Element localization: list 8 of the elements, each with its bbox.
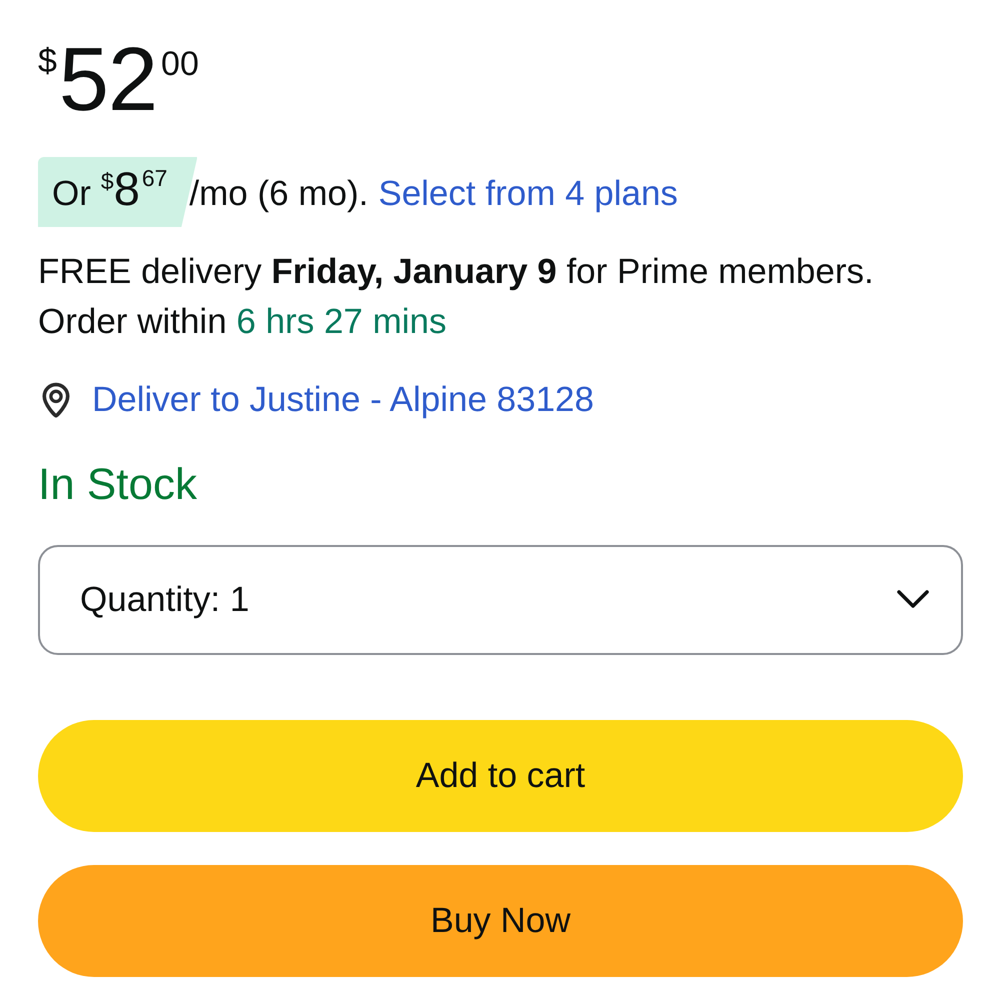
stock-status: In Stock [38, 459, 197, 511]
delivery-message: FREE delivery Friday, January 9 for Prime members. Order within 6 hrs 27 mins [38, 251, 875, 343]
chevron-down-icon [897, 590, 929, 610]
add-to-cart-button[interactable]: Add to cart [38, 720, 963, 832]
quantity-dropdown[interactable]: Quantity: 1 [38, 544, 963, 655]
deliver-to-link[interactable]: Deliver to Justine - Alpine 83128 [92, 379, 594, 421]
select-plans-link[interactable]: Select from 4 plans [378, 176, 678, 211]
buy-now-button[interactable]: Buy Now [38, 864, 963, 977]
